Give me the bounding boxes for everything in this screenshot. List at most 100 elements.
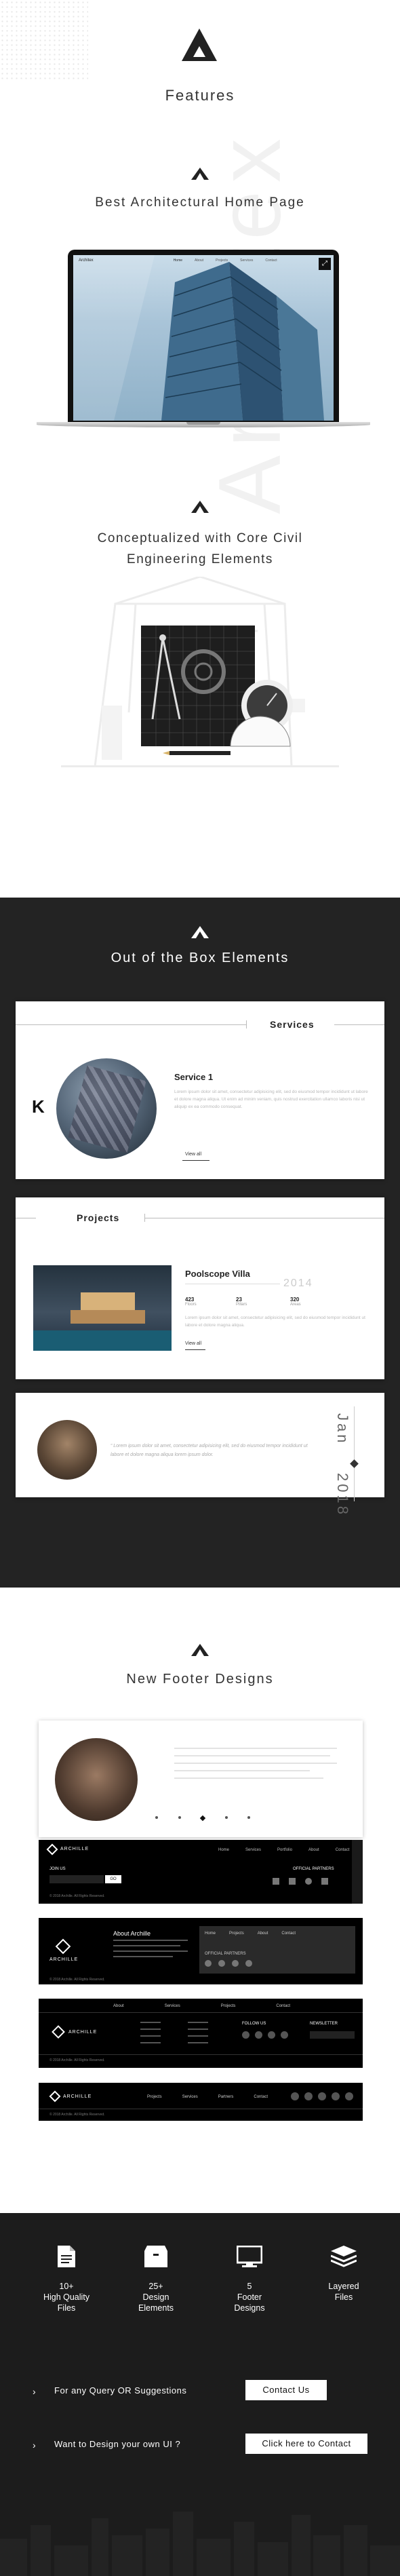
social-icon[interactable] [332,2092,340,2100]
project-stat-2: 320 Areas [290,1296,301,1307]
footer3-nav-services[interactable]: Services [165,2004,180,2008]
laptop-nav: Architex Home About Projects Services Co… [73,255,334,266]
features-title: Features [165,87,235,104]
contact-us-button[interactable]: Contact Us [245,2380,327,2400]
footer4-social-icons [291,2092,353,2100]
footer1-nav-services[interactable]: Services [245,1848,261,1852]
social-icon[interactable] [281,2031,288,2039]
laptop-brand[interactable]: Architex [79,258,94,263]
footer1-logo-icon [46,1843,58,1856]
file-icon [58,2246,75,2267]
home-page-title: Best Architectural Home Page [95,195,305,210]
service-image [56,1058,157,1159]
footer3-nav-contact[interactable]: Contact [276,2004,290,2008]
footer1-go-button[interactable]: GO [105,1875,121,1883]
services-heading: Services [270,1019,315,1030]
services-divider [334,1024,384,1025]
footer2-copyright: © 2018 Archille. All Rights Reserved. [49,1978,105,1982]
footer4-nav: Projects Services Partners Contact [147,2095,268,2099]
footer2-partners-label: OFFICIAL PARTNERS [205,1952,246,1956]
footer2-link-home[interactable]: Home [205,1931,216,1936]
stat-files: 10+ High Quality Files [33,2246,100,2313]
chevron-logo-icon [191,168,209,180]
city-skyline [0,2512,400,2576]
stat-footers: 5 Footer Designs [216,2246,283,2313]
dot-pattern [0,0,88,81]
civil-title: Conceptualized with Core Civil Engineeri… [97,531,303,566]
service-body: Lorem ipsum dolor sit amet, consectetur … [174,1090,368,1109]
footer1-nav-portfolio[interactable]: Portfolio [277,1848,292,1852]
footer3-nav-about[interactable]: About [113,2004,124,2008]
footer4-brand: ARCHILLE [63,2094,92,2099]
elements-title: Out of the Box Elements [111,950,289,965]
cta-row-query: › For any Query OR Suggestions Contact U… [33,2380,372,2402]
laptop-nav-services[interactable]: Services [240,258,253,263]
footer4-nav-contact[interactable]: Contact [254,2095,268,2099]
footer1-dots [155,1815,250,1822]
footer2-link-projects[interactable]: Projects [229,1931,244,1936]
project-image [33,1265,172,1351]
stat-layered: Layered Files [310,2246,378,2303]
footer1-partner-logos [273,1878,328,1885]
footer4-nav-partners[interactable]: Partners [218,2095,234,2099]
footer1-text-lines [174,1748,337,1785]
social-icon[interactable] [242,2031,249,2039]
cta-row-design: › Want to Design your own UI ? Click her… [33,2434,372,2455]
footer1-nav-about[interactable]: About [308,1848,319,1852]
chevron-logo-icon [191,926,209,938]
laptop-expand-icon[interactable]: ⤢ [319,258,331,270]
footer2-logo-icon [55,1938,71,1955]
services-divider [16,1024,246,1025]
laptop-notch [186,422,220,425]
footer1-preview: ARCHILLE Home Services Portfolio About C… [39,1720,363,1904]
footer3-links [140,2022,195,2043]
monitor-icon [237,2246,262,2267]
footer2-about-title: About Archille [113,1930,151,1937]
footer2-link-about[interactable]: About [258,1931,268,1936]
social-icon[interactable] [318,2092,326,2100]
footer1-nav-home[interactable]: Home [218,1848,229,1852]
footer1-nav-contact[interactable]: Contact [336,1848,350,1852]
social-icon[interactable] [304,2092,313,2100]
box-icon [144,2246,167,2267]
project-stat-0: 423 Floors [185,1296,197,1307]
footer1-brand: ARCHILLE [60,1847,89,1851]
layers-icon [331,2246,357,2267]
footer1-partners-label: OFFICIAL PARTNERS [293,1867,334,1871]
footer3-nav-projects[interactable]: Projects [221,2004,236,2008]
laptop-nav-about[interactable]: About [195,258,203,263]
laptop-nav-contact[interactable]: Contact [265,258,277,263]
social-icon[interactable] [255,2031,262,2039]
chevron-logo-icon [191,501,209,513]
footer3-copyright: © 2018 Archille. All Rights Reserved. [49,2058,105,2062]
testimonial-quote: “ Lorem ipsum dolor sit amet, consectetu… [111,1444,308,1457]
footer1-email-input[interactable] [49,1875,104,1883]
services-accent [246,1020,247,1029]
k-logo-icon: K [32,1096,45,1117]
footer2-about-text [113,1940,188,1957]
cta-design-text: Want to Design your own UI ? [54,2439,181,2449]
project-view-all-link[interactable]: View all [185,1341,201,1346]
social-icon[interactable] [291,2092,299,2100]
footer2-preview: ARCHILLE About Archille Home Projects Ab… [39,1918,363,1984]
laptop-nav-home[interactable]: Home [174,258,182,263]
social-icon[interactable] [345,2092,353,2100]
footer3-divider [39,2012,363,2013]
building-photo [73,255,324,421]
footer4-copyright: © 2018 Archille. All Rights Reserved. [49,2113,105,2117]
laptop-mockup: Architex Home About Projects Services Co… [37,250,370,431]
service-view-all-link[interactable]: View all [185,1152,201,1157]
footer3-newsletter-input[interactable] [310,2031,355,2039]
footer2-link-contact[interactable]: Contact [281,1931,296,1936]
footer3-nav: About Services Projects Contact [113,2004,290,2008]
date-diamond-icon [350,1459,359,1468]
footer4-nav-services[interactable]: Services [182,2095,198,2099]
footer2-partner-logos [205,1960,252,1967]
laptop-nav-projects[interactable]: Projects [216,258,228,263]
footer4-nav-projects[interactable]: Projects [147,2095,162,2099]
footer3-links-2 [188,2022,242,2043]
footer3-follow-label: FOLLOW US [242,2022,266,2026]
chevron-right-icon: › [33,2440,36,2450]
click-here-to-contact-button[interactable]: Click here to Contact [245,2434,367,2454]
social-icon[interactable] [268,2031,275,2039]
